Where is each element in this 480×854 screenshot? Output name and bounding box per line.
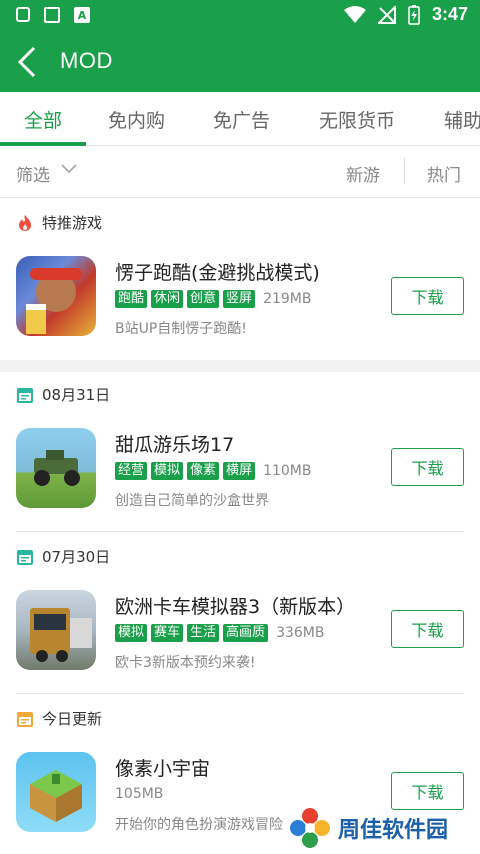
app-name[interactable]: 甜瓜游乐场17	[115, 430, 234, 457]
row-divider	[16, 693, 464, 694]
update-calendar-icon	[17, 711, 33, 727]
chevron-down-icon[interactable]	[60, 162, 78, 176]
tag: 创意	[187, 290, 220, 308]
download-button[interactable]: 下载	[391, 277, 464, 315]
tag: 生活	[187, 624, 220, 642]
tag: 模拟	[115, 624, 148, 642]
sort-new-button[interactable]: 新游	[346, 161, 380, 186]
tag: 赛车	[151, 624, 184, 642]
tag: 跑酷	[115, 290, 148, 308]
app-tags: 跑酷 休闲 创意 竖屏 219MB	[115, 290, 311, 308]
app-size: 336MB	[276, 625, 325, 641]
tab-assist[interactable]: 辅助	[444, 106, 480, 133]
app-bar: MOD	[0, 32, 480, 92]
tag: 经营	[115, 462, 148, 480]
no-signal-icon	[377, 5, 396, 24]
tab-no-ads[interactable]: 免广告	[213, 106, 270, 133]
download-button[interactable]: 下载	[391, 448, 464, 486]
row-divider	[16, 531, 464, 532]
section-header-today: 今日更新	[16, 708, 102, 729]
app-icon[interactable]	[16, 590, 96, 670]
sort-divider	[404, 158, 405, 184]
download-button[interactable]: 下载	[391, 610, 464, 648]
app-icon[interactable]	[16, 752, 96, 832]
lock-notification-icon	[16, 7, 30, 22]
status-bar: A 3:47	[0, 0, 480, 32]
tab-all[interactable]: 全部	[24, 106, 62, 133]
app-notification-icon: A	[74, 7, 90, 23]
app-description: 欧卡3新版本预约来袭!	[115, 655, 256, 671]
section-header-featured: 特推游戏	[16, 212, 102, 233]
clock: 3:47	[431, 4, 468, 24]
watermark-text: 周佳软件园	[338, 818, 449, 843]
app-size: 105MB	[115, 786, 164, 802]
tag: 竖屏	[223, 290, 256, 308]
watermark: 周佳软件园	[288, 806, 448, 850]
book-notification-icon	[44, 7, 60, 23]
section-header-date: 07月30日	[16, 546, 110, 567]
app-name[interactable]: 欧洲卡车模拟器3（新版本）	[115, 592, 355, 619]
tag: 模拟	[151, 462, 184, 480]
back-arrow-icon[interactable]	[14, 46, 44, 78]
tag: 休闲	[151, 290, 184, 308]
section-title: 今日更新	[42, 710, 103, 728]
app-description: 创造自己简单的沙盒世界	[115, 493, 269, 509]
app-size: 110MB	[263, 463, 312, 479]
app-icon[interactable]	[16, 428, 96, 508]
section-title: 08月31日	[42, 386, 111, 404]
app-tags: 经营 模拟 像素 横屏 110MB	[115, 462, 311, 480]
app-tags: 模拟 赛车 生活 高画质 336MB	[115, 624, 324, 642]
section-title: 特推游戏	[42, 214, 103, 232]
section-header-date: 08月31日	[16, 384, 110, 405]
calendar-icon	[17, 387, 33, 403]
download-button[interactable]: 下载	[391, 772, 464, 810]
tag: 横屏	[223, 462, 256, 480]
tag: 高画质	[223, 624, 269, 642]
section-separator	[0, 360, 480, 372]
app-name[interactable]: 像素小宇宙	[115, 754, 210, 781]
calendar-icon	[17, 549, 33, 565]
battery-charging-icon	[408, 4, 420, 25]
filter-bar: 筛选 新游 热门	[0, 146, 480, 198]
page-title: MOD	[60, 48, 113, 73]
app-description: B站UP自制愣子跑酷!	[115, 321, 247, 337]
sort-hot-button[interactable]: 热门	[427, 161, 461, 186]
tab-bar: 全部 免内购 免广告 无限货币 辅助	[0, 92, 480, 146]
pinwheel-logo-icon	[290, 808, 330, 848]
app-icon[interactable]	[16, 256, 96, 336]
tag: 像素	[187, 462, 220, 480]
wifi-icon	[343, 5, 366, 23]
filter-button[interactable]: 筛选	[16, 161, 50, 186]
tab-unlimited-currency[interactable]: 无限货币	[319, 106, 395, 133]
app-tags: 105MB	[115, 786, 163, 802]
app-name[interactable]: 愣子跑酷(金避挑战模式)	[115, 258, 320, 285]
fire-icon	[19, 214, 31, 231]
app-description: 开始你的角色扮演游戏冒险	[115, 817, 283, 833]
tab-no-iap[interactable]: 免内购	[108, 106, 165, 133]
section-title: 07月30日	[42, 548, 111, 566]
app-size: 219MB	[263, 291, 312, 307]
